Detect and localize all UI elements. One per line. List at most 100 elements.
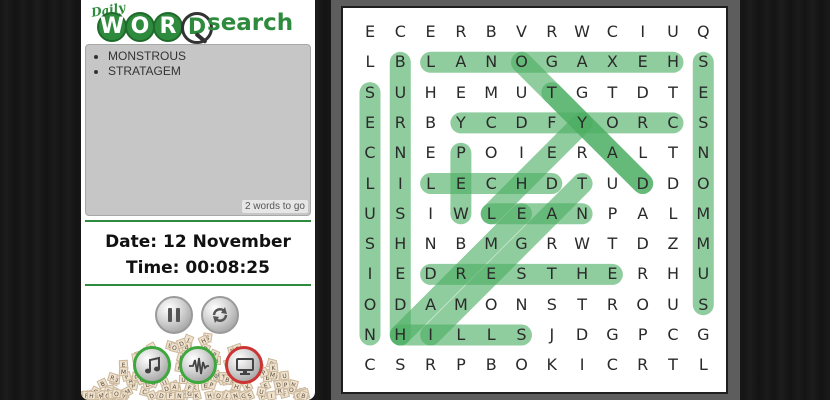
grid-cell[interactable]: C — [355, 138, 385, 168]
grid-cell[interactable]: O — [476, 138, 506, 168]
grid-cell[interactable]: C — [658, 320, 688, 350]
sound-button[interactable] — [179, 346, 217, 384]
grid-cell[interactable]: U — [597, 169, 627, 199]
grid-cell[interactable]: I — [507, 138, 537, 168]
grid-cell[interactable]: R — [537, 17, 567, 47]
restart-button[interactable] — [201, 296, 239, 334]
grid-cell[interactable]: U — [688, 259, 718, 289]
grid-cell[interactable]: A — [416, 290, 446, 320]
grid-cell[interactable]: M — [476, 78, 506, 108]
grid-cell[interactable]: Y — [446, 108, 476, 138]
grid-cell[interactable]: I — [355, 259, 385, 289]
grid-cell[interactable]: E — [416, 138, 446, 168]
grid-cell[interactable]: N — [416, 229, 446, 259]
grid-cell[interactable]: C — [385, 17, 415, 47]
grid-cell[interactable]: H — [567, 259, 597, 289]
grid-cell[interactable]: C — [597, 17, 627, 47]
grid-cell[interactable]: S — [688, 47, 718, 77]
grid-cell[interactable]: G — [688, 320, 718, 350]
grid-cell[interactable]: L — [355, 47, 385, 77]
grid-cell[interactable]: O — [597, 108, 627, 138]
grid-cell[interactable]: T — [658, 78, 688, 108]
grid-cell[interactable]: R — [385, 108, 415, 138]
grid-cell[interactable]: P — [446, 138, 476, 168]
grid-cell[interactable]: L — [476, 199, 506, 229]
grid-cell[interactable]: E — [385, 259, 415, 289]
grid-cell[interactable]: D — [416, 259, 446, 289]
grid-cell[interactable]: G — [507, 229, 537, 259]
grid-cell[interactable]: T — [658, 350, 688, 380]
grid-cell[interactable]: R — [628, 350, 658, 380]
grid-cell[interactable]: T — [597, 78, 627, 108]
fullscreen-button[interactable] — [225, 346, 263, 384]
grid-cell[interactable]: O — [476, 290, 506, 320]
grid-cell[interactable]: D — [537, 169, 567, 199]
grid-cell[interactable]: E — [628, 47, 658, 77]
grid-cell[interactable]: Y — [567, 108, 597, 138]
grid-cell[interactable]: S — [355, 229, 385, 259]
grid-cell[interactable]: X — [597, 47, 627, 77]
grid-cell[interactable]: A — [537, 199, 567, 229]
grid-cell[interactable]: E — [446, 169, 476, 199]
grid-cell[interactable]: B — [476, 350, 506, 380]
grid-cell[interactable]: G — [567, 78, 597, 108]
grid-cell[interactable]: M — [446, 290, 476, 320]
grid-cell[interactable]: E — [355, 17, 385, 47]
grid-cell[interactable]: N — [355, 320, 385, 350]
grid-cell[interactable]: C — [476, 108, 506, 138]
grid-cell[interactable]: L — [416, 47, 446, 77]
grid-cell[interactable]: T — [567, 169, 597, 199]
grid-cell[interactable]: D — [628, 229, 658, 259]
grid-cell[interactable]: R — [628, 108, 658, 138]
grid-cell[interactable]: R — [628, 259, 658, 289]
grid-cell[interactable]: D — [507, 108, 537, 138]
grid-cell[interactable]: S — [507, 320, 537, 350]
grid-cell[interactable]: I — [567, 350, 597, 380]
grid-cell[interactable]: U — [507, 78, 537, 108]
grid-cell[interactable]: H — [385, 320, 415, 350]
grid-cell[interactable]: L — [416, 169, 446, 199]
grid-cell[interactable]: L — [658, 199, 688, 229]
grid-cell[interactable]: U — [355, 199, 385, 229]
grid-cell[interactable]: O — [628, 290, 658, 320]
grid-cell[interactable]: B — [476, 17, 506, 47]
grid-cell[interactable]: I — [416, 320, 446, 350]
grid-cell[interactable]: C — [597, 350, 627, 380]
grid-cell[interactable]: Z — [658, 229, 688, 259]
grid-cell[interactable]: W — [567, 229, 597, 259]
grid-cell[interactable]: T — [658, 138, 688, 168]
grid-cell[interactable]: S — [385, 199, 415, 229]
grid-cell[interactable]: W — [567, 17, 597, 47]
grid-cell[interactable]: E — [476, 259, 506, 289]
grid-cell[interactable]: D — [628, 78, 658, 108]
grid-cell[interactable]: C — [476, 169, 506, 199]
grid-cell[interactable]: R — [597, 290, 627, 320]
grid-cell[interactable]: S — [537, 290, 567, 320]
music-button[interactable] — [133, 346, 171, 384]
grid-cell[interactable]: E — [416, 17, 446, 47]
grid-cell[interactable]: J — [537, 320, 567, 350]
grid-cell[interactable]: H — [658, 47, 688, 77]
grid-cell[interactable]: E — [507, 199, 537, 229]
grid-cell[interactable]: S — [507, 259, 537, 289]
grid-cell[interactable]: I — [628, 17, 658, 47]
grid-cell[interactable]: I — [416, 199, 446, 229]
grid-cell[interactable]: H — [416, 78, 446, 108]
grid-cell[interactable]: T — [597, 229, 627, 259]
pause-button[interactable] — [155, 296, 193, 334]
grid-cell[interactable]: O — [507, 47, 537, 77]
grid-cell[interactable]: A — [597, 138, 627, 168]
grid-cell[interactable]: O — [355, 290, 385, 320]
grid-cell[interactable]: G — [597, 320, 627, 350]
grid-cell[interactable]: R — [446, 17, 476, 47]
grid-cell[interactable]: E — [537, 138, 567, 168]
grid-cell[interactable]: U — [658, 290, 688, 320]
grid-cell[interactable]: U — [385, 78, 415, 108]
grid-cell[interactable]: O — [688, 169, 718, 199]
grid-cell[interactable]: M — [688, 199, 718, 229]
grid-cell[interactable]: H — [385, 229, 415, 259]
grid-cell[interactable]: T — [537, 259, 567, 289]
grid-cell[interactable]: N — [567, 199, 597, 229]
grid-cell[interactable]: R — [446, 259, 476, 289]
grid-cell[interactable]: N — [507, 290, 537, 320]
